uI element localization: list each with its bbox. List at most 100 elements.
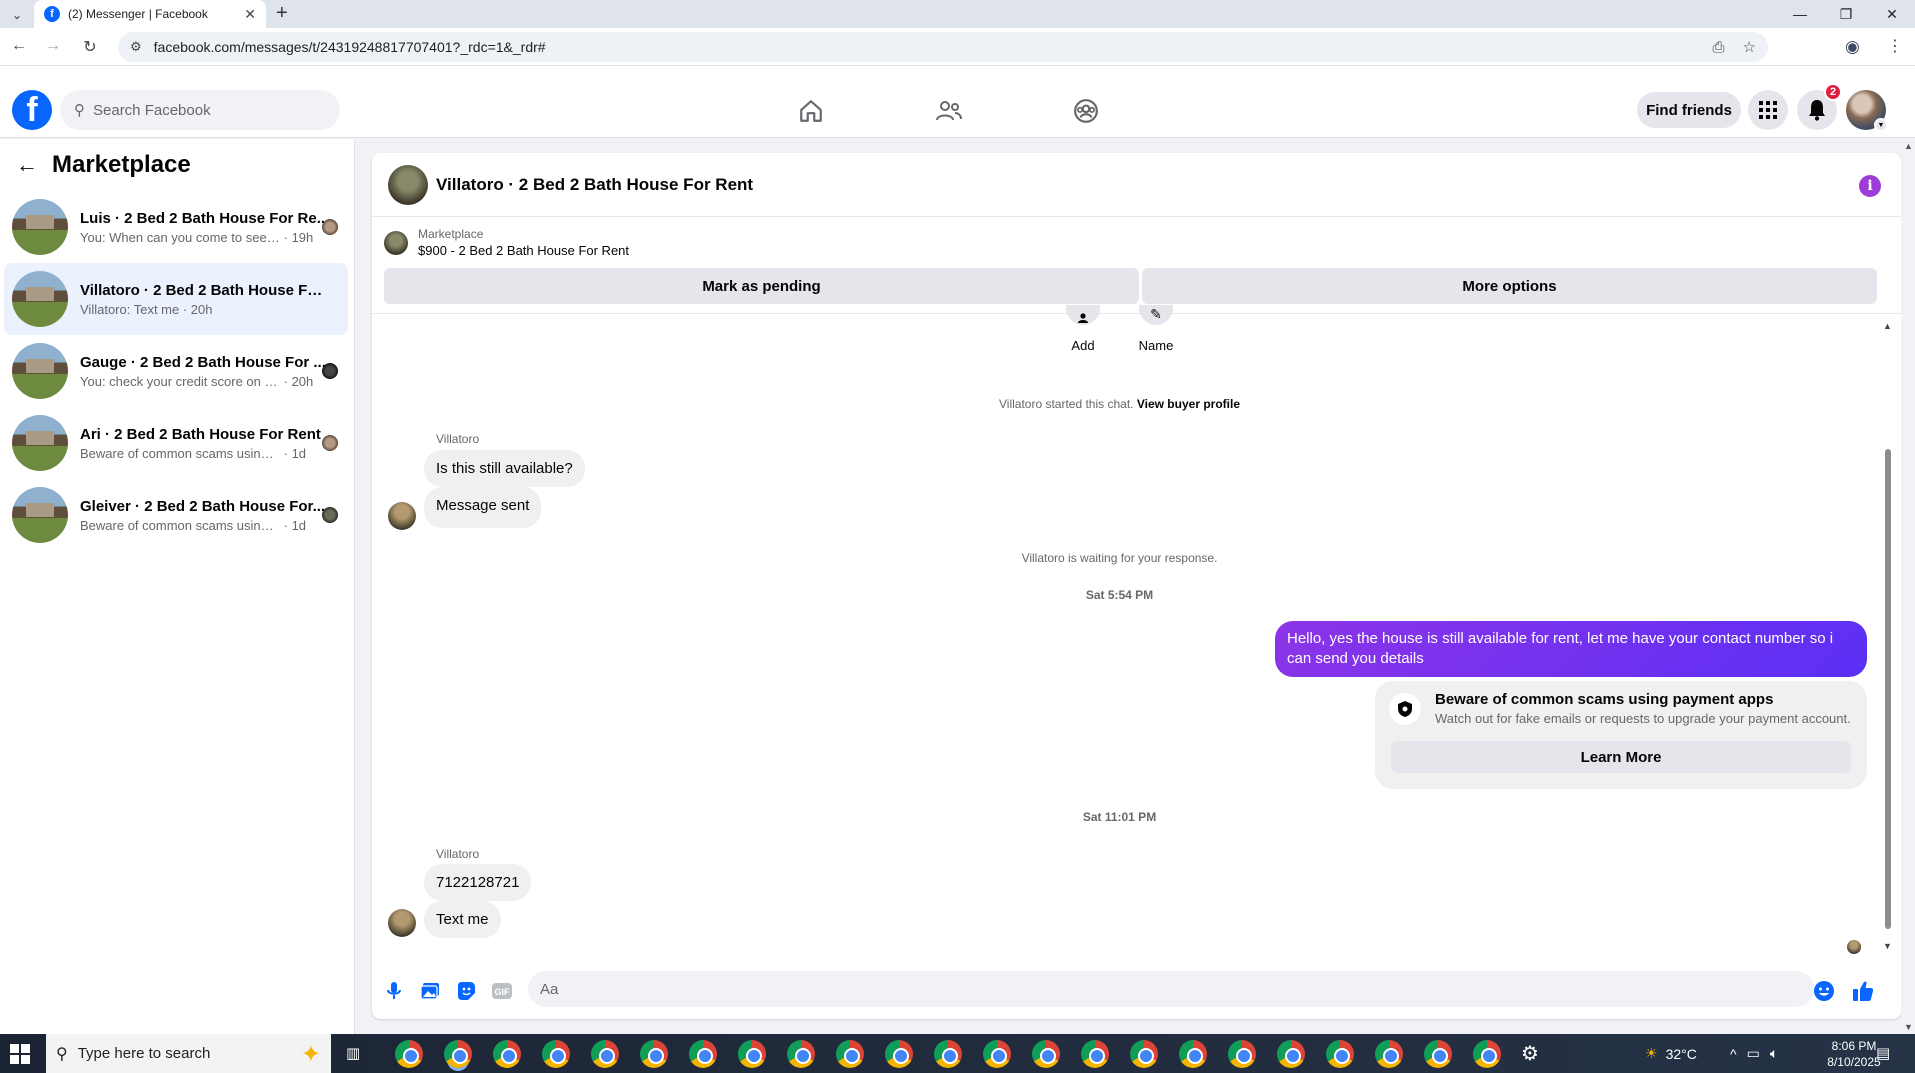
chrome-taskbar-icon[interactable] bbox=[836, 1040, 864, 1068]
chrome-taskbar-icon[interactable] bbox=[1424, 1040, 1452, 1068]
conversation-item-gauge[interactable]: Gauge · 2 Bed 2 Bath House For ... You: … bbox=[4, 335, 348, 407]
sender-avatar[interactable] bbox=[388, 502, 416, 530]
address-bar[interactable]: ⚙ facebook.com/messages/t/24319248817707… bbox=[118, 32, 1768, 62]
network-icon[interactable]: ▭ bbox=[1747, 1045, 1760, 1062]
view-buyer-profile-link[interactable]: View buyer profile bbox=[1137, 397, 1240, 411]
scroll-down-icon[interactable]: ▼ bbox=[1883, 941, 1892, 951]
facebook-search[interactable]: ⚲ bbox=[60, 90, 340, 130]
tab-list-chevron-icon[interactable]: ⌄ bbox=[6, 4, 28, 26]
page-scroll-up-icon[interactable]: ▲ bbox=[1904, 141, 1913, 151]
browser-profile-icon[interactable]: ◉ bbox=[1845, 37, 1860, 57]
incoming-message[interactable]: Message sent bbox=[424, 487, 542, 528]
scrollbar-thumb[interactable] bbox=[1885, 449, 1891, 929]
listing-summary[interactable]: Marketplace $900 - 2 Bed 2 Bath House Fo… bbox=[384, 227, 629, 258]
new-tab-icon[interactable]: + bbox=[276, 2, 288, 25]
chrome-taskbar-icon[interactable] bbox=[1081, 1040, 1109, 1068]
chrome-taskbar-icon[interactable] bbox=[542, 1040, 570, 1068]
chat-scrollbar[interactable]: ▲ ▼ bbox=[1883, 321, 1893, 951]
message-input[interactable] bbox=[528, 971, 1814, 1007]
conversation-item-luis[interactable]: Luis · 2 Bed 2 Bath House For Re... You:… bbox=[4, 191, 348, 263]
conversation-item-villatoro[interactable]: Villatoro · 2 Bed 2 Bath House For ... V… bbox=[4, 263, 348, 335]
taskbar-search-text[interactable]: Type here to search bbox=[78, 1045, 211, 1062]
groups-icon[interactable] bbox=[1069, 96, 1103, 126]
sender-avatar[interactable] bbox=[388, 909, 416, 937]
tray-chevron-up-icon[interactable]: ^ bbox=[1730, 1046, 1737, 1062]
reload-icon[interactable]: ↻ bbox=[79, 37, 101, 57]
photo-icon[interactable] bbox=[418, 979, 442, 1003]
more-options-button[interactable]: More options bbox=[1142, 268, 1877, 304]
chrome-taskbar-icon[interactable] bbox=[738, 1040, 766, 1068]
page-scrollbar[interactable]: ▲ ▼ bbox=[1901, 139, 1915, 1034]
url-text[interactable]: facebook.com/messages/t/2431924881770740… bbox=[154, 39, 1695, 55]
tab-close-icon[interactable]: ✕ bbox=[244, 6, 256, 23]
system-tray[interactable]: ^ ▭ 🔈︎ bbox=[1730, 1034, 1778, 1073]
chrome-taskbar-icon[interactable] bbox=[1375, 1040, 1403, 1068]
chrome-taskbar-icon[interactable] bbox=[493, 1040, 521, 1068]
incoming-message[interactable]: Is this still available? bbox=[424, 450, 585, 487]
facebook-search-input[interactable] bbox=[93, 101, 293, 119]
find-friends-button[interactable]: Find friends bbox=[1637, 92, 1741, 128]
pencil-icon[interactable]: ✎ bbox=[1139, 305, 1173, 325]
install-app-icon[interactable]: ⎙ bbox=[1713, 39, 1725, 56]
task-view-icon[interactable]: ▥ bbox=[346, 1044, 360, 1062]
chrome-taskbar-icon[interactable] bbox=[689, 1040, 717, 1068]
account-avatar[interactable]: ▼ bbox=[1846, 90, 1888, 132]
emoji-icon[interactable] bbox=[1812, 979, 1836, 1003]
info-icon[interactable]: i bbox=[1859, 175, 1881, 197]
outgoing-message[interactable]: Hello, yes the house is still available … bbox=[1275, 621, 1867, 677]
facebook-logo-icon[interactable]: f bbox=[12, 90, 52, 130]
chat-title[interactable]: Villatoro · 2 Bed 2 Bath House For Rent bbox=[436, 175, 753, 195]
conversation-item-ari[interactable]: Ari · 2 Bed 2 Bath House For Rent Beware… bbox=[4, 407, 348, 479]
settings-gear-icon[interactable]: ⚙ bbox=[1521, 1041, 1539, 1066]
gif-icon[interactable]: GIF bbox=[490, 979, 514, 1003]
chrome-taskbar-icon[interactable] bbox=[1228, 1040, 1256, 1068]
chrome-taskbar-icon[interactable] bbox=[1130, 1040, 1158, 1068]
chrome-taskbar-icon[interactable] bbox=[885, 1040, 913, 1068]
minimize-icon[interactable]: — bbox=[1777, 0, 1823, 28]
scroll-up-icon[interactable]: ▲ bbox=[1883, 321, 1892, 331]
window-close-icon[interactable]: ✕ bbox=[1869, 0, 1915, 28]
volume-icon[interactable]: 🔈︎ bbox=[1770, 1045, 1778, 1062]
temperature-text: 32°C bbox=[1665, 1045, 1697, 1062]
back-arrow-icon[interactable]: ← bbox=[8, 37, 30, 55]
chrome-taskbar-icon[interactable] bbox=[934, 1040, 962, 1068]
microphone-icon[interactable] bbox=[382, 979, 406, 1003]
notification-center-icon[interactable]: ▤ bbox=[1876, 1044, 1890, 1062]
back-arrow-icon[interactable]: ← bbox=[16, 152, 38, 178]
chrome-taskbar-icon[interactable] bbox=[395, 1040, 423, 1068]
incoming-message[interactable]: 7122128721 bbox=[424, 864, 532, 901]
chrome-taskbar-icon[interactable] bbox=[1277, 1040, 1305, 1068]
chat-avatar[interactable] bbox=[388, 164, 428, 205]
conversation-item-gleiver[interactable]: Gleiver · 2 Bed 2 Bath House For... Bewa… bbox=[4, 479, 348, 551]
chrome-taskbar-icon[interactable] bbox=[640, 1040, 668, 1068]
name-label: Name bbox=[1138, 338, 1174, 353]
chrome-taskbar-icon[interactable] bbox=[1032, 1040, 1060, 1068]
site-info-icon[interactable]: ⚙ bbox=[130, 39, 142, 55]
forward-arrow-icon[interactable]: → bbox=[42, 37, 64, 55]
chrome-taskbar-icon[interactable] bbox=[787, 1040, 815, 1068]
learn-more-button[interactable]: Learn More bbox=[1391, 741, 1851, 773]
sticker-icon[interactable] bbox=[454, 979, 478, 1003]
taskbar-search[interactable]: ⚲ Type here to search ✦ bbox=[46, 1034, 331, 1073]
incoming-message[interactable]: Text me bbox=[424, 901, 501, 938]
bookmark-star-icon[interactable]: ☆ bbox=[1743, 38, 1756, 56]
browser-menu-icon[interactable]: ⋮ bbox=[1887, 36, 1903, 56]
weather-widget[interactable]: ☀ 32°C bbox=[1645, 1034, 1697, 1073]
friends-icon[interactable] bbox=[932, 96, 966, 126]
restore-icon[interactable]: ❐ bbox=[1823, 0, 1869, 28]
browser-tab-messenger[interactable]: f (2) Messenger | Facebook ✕ bbox=[34, 0, 266, 28]
windows-start-icon[interactable] bbox=[10, 1044, 30, 1064]
chrome-taskbar-icon[interactable] bbox=[1326, 1040, 1354, 1068]
home-icon[interactable] bbox=[794, 96, 828, 126]
menu-grid-icon[interactable] bbox=[1748, 90, 1788, 130]
thumbs-up-icon[interactable] bbox=[1851, 979, 1875, 1003]
mark-as-pending-button[interactable]: Mark as pending bbox=[384, 268, 1139, 304]
chrome-taskbar-icon[interactable] bbox=[591, 1040, 619, 1068]
listing-detail: $900 - 2 Bed 2 Bath House For Rent bbox=[418, 243, 630, 258]
chrome-taskbar-icon[interactable] bbox=[983, 1040, 1011, 1068]
chrome-taskbar-icon[interactable] bbox=[1179, 1040, 1207, 1068]
chrome-taskbar-icon[interactable] bbox=[1473, 1040, 1501, 1068]
add-person-icon[interactable] bbox=[1066, 305, 1100, 325]
page-scroll-down-icon[interactable]: ▼ bbox=[1904, 1022, 1913, 1032]
chrome-taskbar-icon[interactable] bbox=[444, 1040, 472, 1068]
